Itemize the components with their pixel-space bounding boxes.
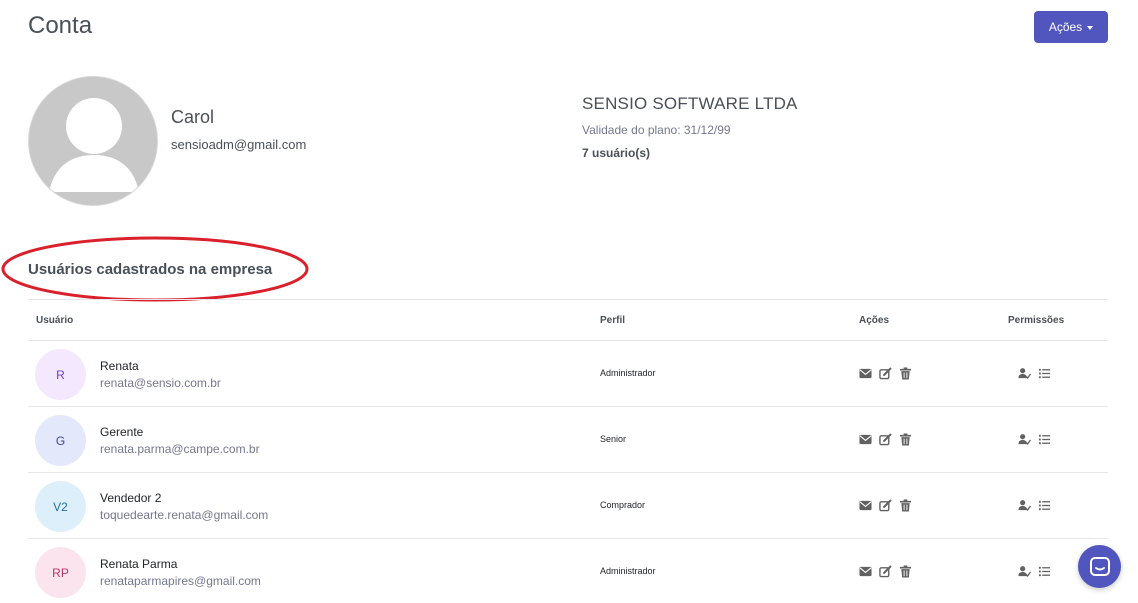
user-initials-avatar: RP [35,547,86,598]
edit-icon[interactable] [879,565,892,578]
user-profile: Administrador [600,566,656,576]
table-row: V2 Vendedor 2 toquedearte.renata@gmail.c… [28,473,1108,539]
trash-icon[interactable] [899,499,912,512]
user-check-icon[interactable] [1018,433,1031,446]
row-actions [859,433,912,446]
list-icon[interactable] [1038,499,1051,512]
row-actions [859,367,912,380]
envelope-icon[interactable] [859,367,872,380]
user-initials-avatar: G [35,415,86,466]
profile-name: Carol [171,107,215,127]
row-actions [859,499,912,512]
profile-avatar [28,76,158,206]
envelope-icon[interactable] [859,565,872,578]
default-user-icon [29,77,157,205]
user-profile: Senior [600,434,627,444]
user-check-icon[interactable] [1018,565,1031,578]
trash-icon[interactable] [899,433,912,446]
user-email: toquedearte.renata@gmail.com [100,508,269,522]
envelope-icon[interactable] [859,433,872,446]
company-name: SENSIO SOFTWARE LTDA [582,94,798,113]
user-initials: V2 [53,499,68,514]
user-initials: R [56,367,65,382]
trash-icon[interactable] [899,367,912,380]
user-initials: RP [52,565,69,580]
list-icon[interactable] [1038,565,1051,578]
row-permissions [1018,565,1051,578]
users-section-title: Usuários cadastrados na empresa [28,261,273,278]
profile-email: sensioadm@gmail.com [171,137,307,152]
row-permissions [1018,367,1051,380]
chat-launcher-button[interactable] [1078,545,1121,588]
user-profile: Administrador [600,368,656,378]
list-icon[interactable] [1038,433,1051,446]
user-name: Gerente [100,425,144,439]
user-initials-avatar: V2 [35,481,86,532]
page-title: Conta [28,12,93,39]
chat-bubble-icon [1089,556,1110,576]
row-permissions [1018,433,1051,446]
actions-dropdown-button[interactable]: Ações [1034,11,1108,43]
user-name: Renata [100,359,139,373]
edit-icon[interactable] [879,499,892,512]
user-email: renata.parma@campe.com.br [100,442,260,456]
user-count: 7 usuário(s) [582,146,651,160]
caret-down-icon [1087,25,1094,30]
user-email: renata@sensio.com.br [100,376,221,390]
user-profile: Comprador [600,500,646,510]
plan-validity: Validade do plano: 31/12/99 [582,123,731,137]
trash-icon[interactable] [899,565,912,578]
row-permissions [1018,499,1051,512]
user-email: renataparmapires@gmail.com [100,574,261,588]
table-row: R Renata renata@sensio.com.br Administra… [28,341,1108,407]
edit-icon[interactable] [879,433,892,446]
user-check-icon[interactable] [1018,367,1031,380]
users-table: Usuário Perfil Ações Permissões R Renata… [28,299,1108,603]
user-name: Vendedor 2 [100,491,162,505]
table-header: Usuário Perfil Ações Permissões [28,300,1108,341]
table-body: R Renata renata@sensio.com.br Administra… [28,341,1108,603]
column-header-permissions: Permissões [1008,315,1065,326]
table-row: G Gerente renata.parma@campe.com.br Seni… [28,407,1108,473]
user-initials-avatar: R [35,349,86,400]
row-actions [859,565,912,578]
user-check-icon[interactable] [1018,499,1031,512]
edit-icon[interactable] [879,367,892,380]
user-initials: G [55,433,66,448]
list-icon[interactable] [1038,367,1051,380]
column-header-actions: Ações [859,315,890,326]
column-header-user: Usuário [36,315,74,326]
table-row: RP Renata Parma renataparmapires@gmail.c… [28,539,1108,603]
envelope-icon[interactable] [859,499,872,512]
user-name: Renata Parma [100,557,178,571]
actions-button-label: Ações [1048,20,1083,34]
column-header-profile: Perfil [600,315,626,326]
